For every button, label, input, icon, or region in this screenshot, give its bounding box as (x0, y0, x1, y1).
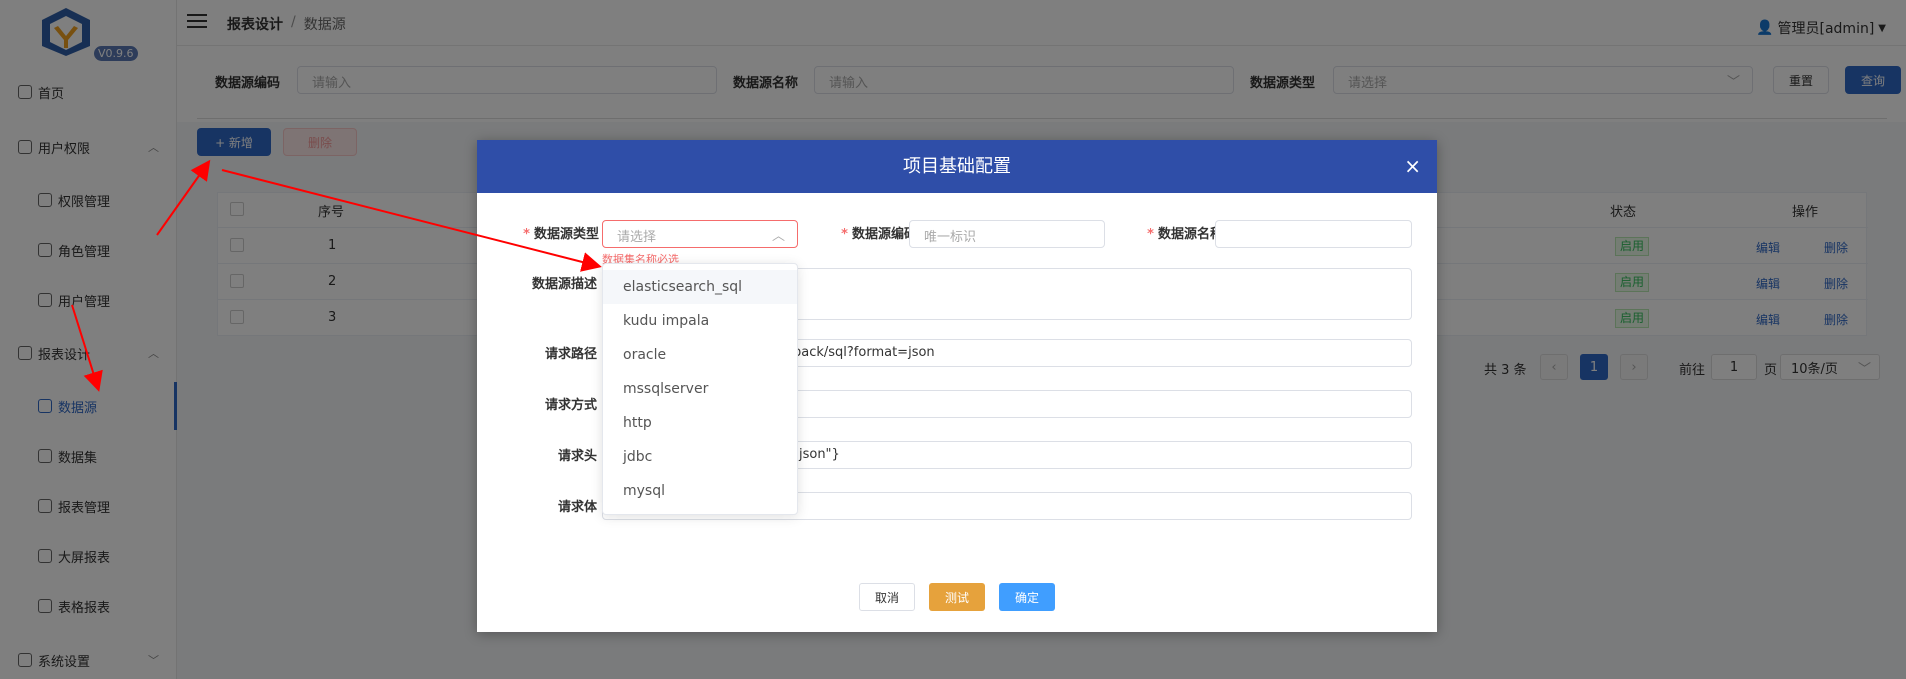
name-input[interactable] (1215, 220, 1412, 248)
code-label: * 数据源编码 (841, 227, 917, 242)
method-label: 请求方式 (544, 398, 597, 413)
desc-label: 数据源描述 (531, 277, 597, 292)
confirm-button[interactable]: 确定 (999, 583, 1055, 611)
cancel-button[interactable]: 取消 (859, 583, 915, 611)
close-icon[interactable]: × (1404, 140, 1421, 193)
path-label: 请求路径 (544, 347, 597, 362)
dropdown-option[interactable]: kudu impala (603, 304, 797, 338)
dialog-title: 项目基础配置 (477, 140, 1437, 193)
type-label: * 数据源类型 (523, 227, 599, 242)
type-dropdown: elasticsearch_sql kudu impala oracle mss… (602, 263, 798, 515)
dropdown-option[interactable]: mssqlserver (603, 372, 797, 406)
code-input[interactable]: 唯一标识 (909, 220, 1105, 248)
dropdown-option[interactable]: elasticsearch_sql (603, 270, 797, 304)
dropdown-option[interactable]: oracle (603, 338, 797, 372)
chevron-up-icon: ︿ (771, 229, 785, 244)
type-select[interactable]: 请选择 ︿ (602, 220, 798, 248)
dropdown-option[interactable]: http (603, 406, 797, 440)
header-label: 请求头 (557, 449, 597, 464)
test-button[interactable]: 测试 (929, 583, 985, 611)
body-label: 请求体 (557, 500, 597, 515)
dropdown-option[interactable]: jdbc (603, 440, 797, 474)
name-label: * 数据源名称 (1147, 227, 1223, 242)
dropdown-option[interactable]: mysql (603, 474, 797, 508)
